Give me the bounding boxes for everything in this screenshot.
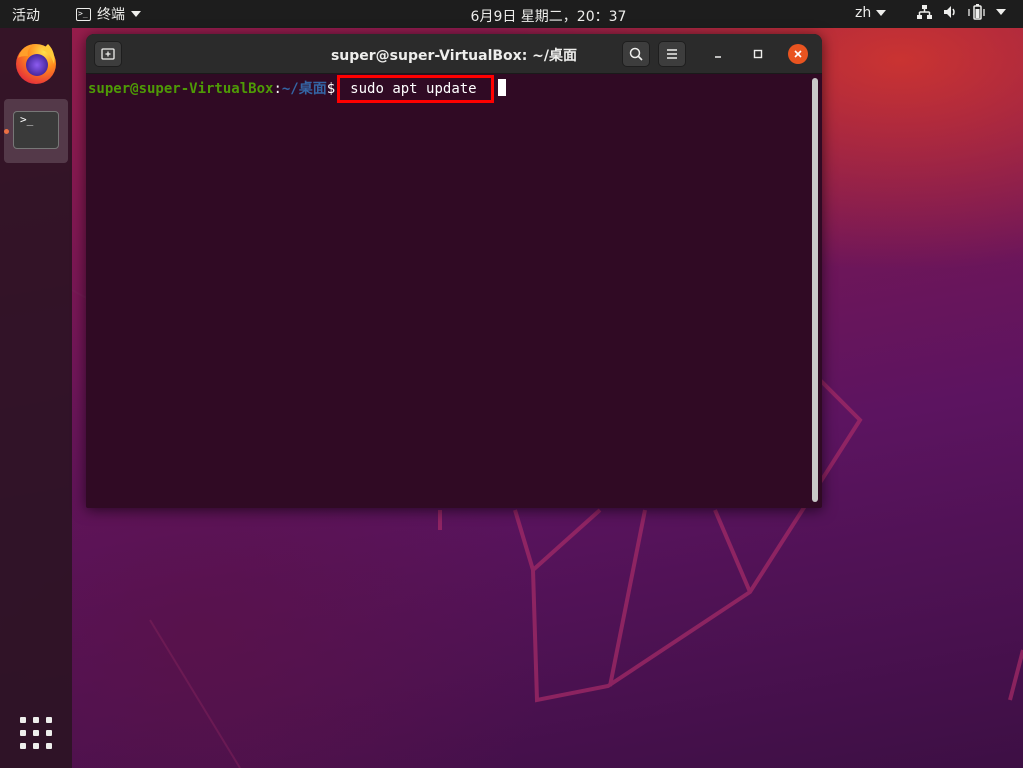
minimize-icon [715, 56, 721, 58]
search-button[interactable] [622, 41, 650, 67]
maximize-button[interactable] [748, 44, 768, 64]
command-text: sudo apt update [350, 81, 477, 97]
network-icon [917, 5, 932, 19]
prompt-user: super@super-VirtualBox [88, 81, 274, 97]
firefox-icon[interactable] [12, 38, 60, 86]
text-cursor [497, 79, 506, 96]
close-button[interactable] [788, 44, 808, 64]
chevron-down-icon [876, 10, 887, 16]
top-bar: 活动 >_ 终端 6月9日 星期二，20：37 zh [0, 0, 1023, 28]
maximize-icon [753, 49, 763, 59]
terminal-window[interactable]: super@super-VirtualBox: ~/桌面 super@super… [86, 34, 822, 508]
minimize-button[interactable] [708, 44, 728, 64]
language-label: zh [855, 5, 872, 21]
system-tray[interactable] [916, 4, 1006, 20]
battery-icon [968, 4, 985, 20]
terminal-output[interactable]: super@super-VirtualBox:~/桌面$ sudo apt upd… [86, 74, 822, 508]
chevron-down-icon [996, 9, 1006, 15]
search-icon [629, 47, 643, 61]
dock: >_ [0, 28, 72, 768]
terminal-titlebar[interactable]: super@super-VirtualBox: ~/桌面 [86, 34, 822, 74]
scrollbar[interactable] [812, 78, 818, 502]
close-icon [794, 50, 802, 58]
terminal-icon: >_ [13, 111, 59, 149]
prompt-symbol: $ [326, 81, 336, 97]
dock-item-terminal[interactable]: >_ [4, 99, 68, 163]
highlighted-command: sudo apt update [337, 75, 494, 103]
menu-button[interactable] [658, 41, 686, 67]
hamburger-menu-icon [667, 49, 677, 59]
input-method-menu[interactable]: zh [855, 5, 887, 21]
prompt-colon: : [273, 81, 282, 97]
prompt-path: ~/桌面 [281, 81, 327, 97]
show-applications-icon[interactable] [19, 716, 53, 750]
volume-icon [944, 6, 955, 18]
